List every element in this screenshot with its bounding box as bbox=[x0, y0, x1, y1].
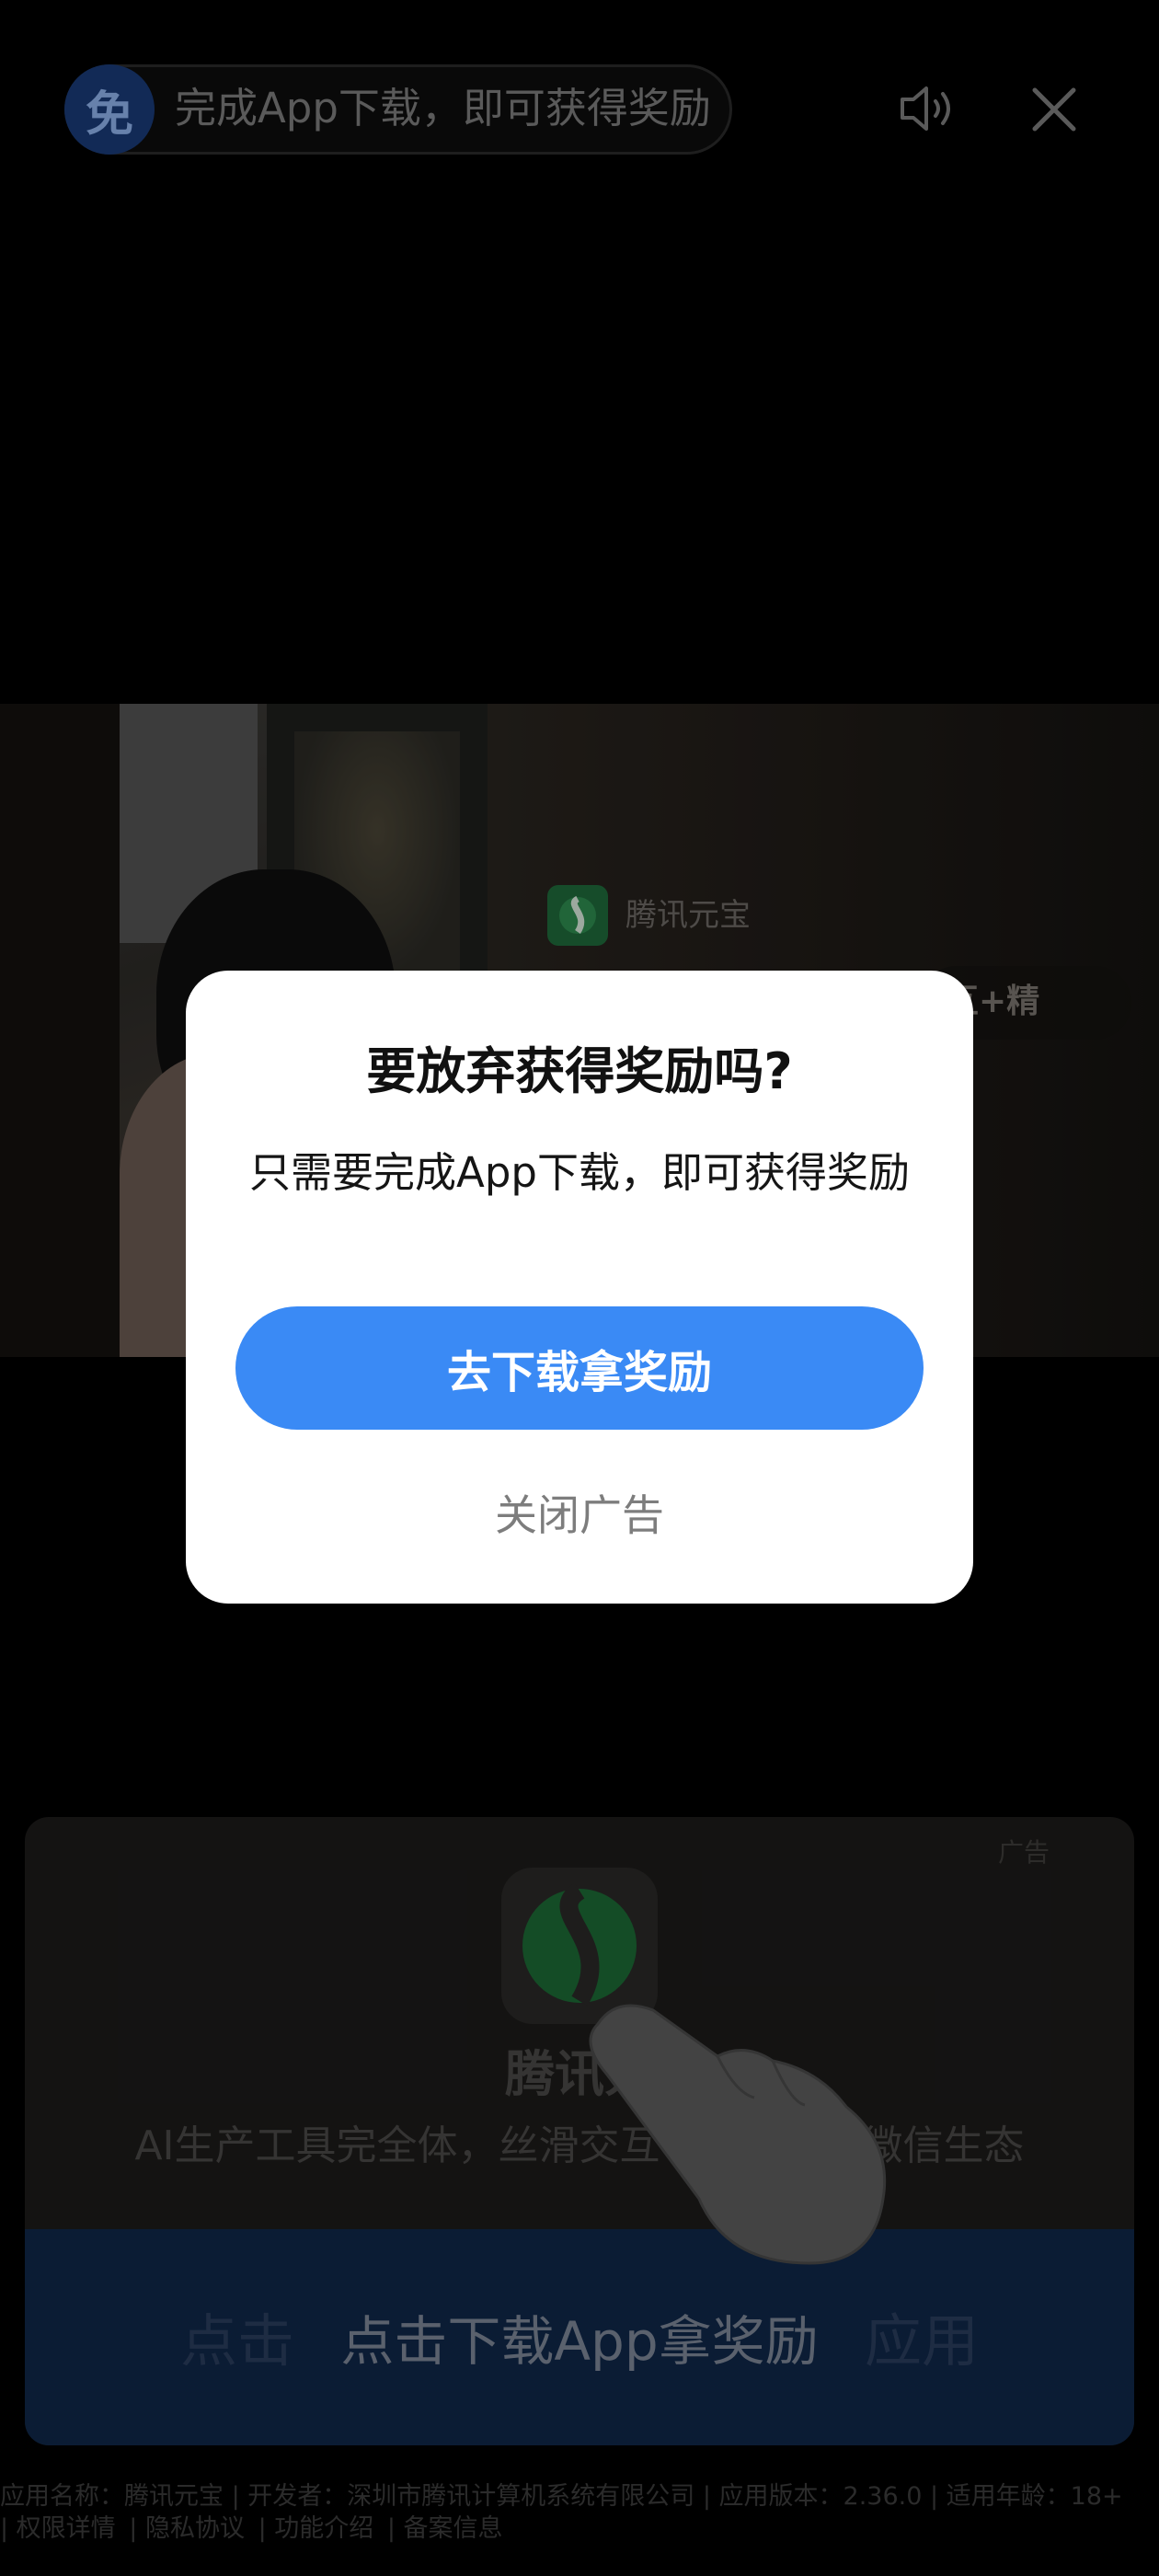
close-ad-button[interactable]: 关闭广告 bbox=[186, 1483, 973, 1547]
go-download-button[interactable]: 去下载拿奖励 bbox=[235, 1306, 924, 1430]
dialog-title: 要放弃获得奖励吗? bbox=[366, 1042, 793, 1100]
dialog-message: 只需要完成App下载，即可获得奖励 bbox=[249, 1148, 910, 1197]
